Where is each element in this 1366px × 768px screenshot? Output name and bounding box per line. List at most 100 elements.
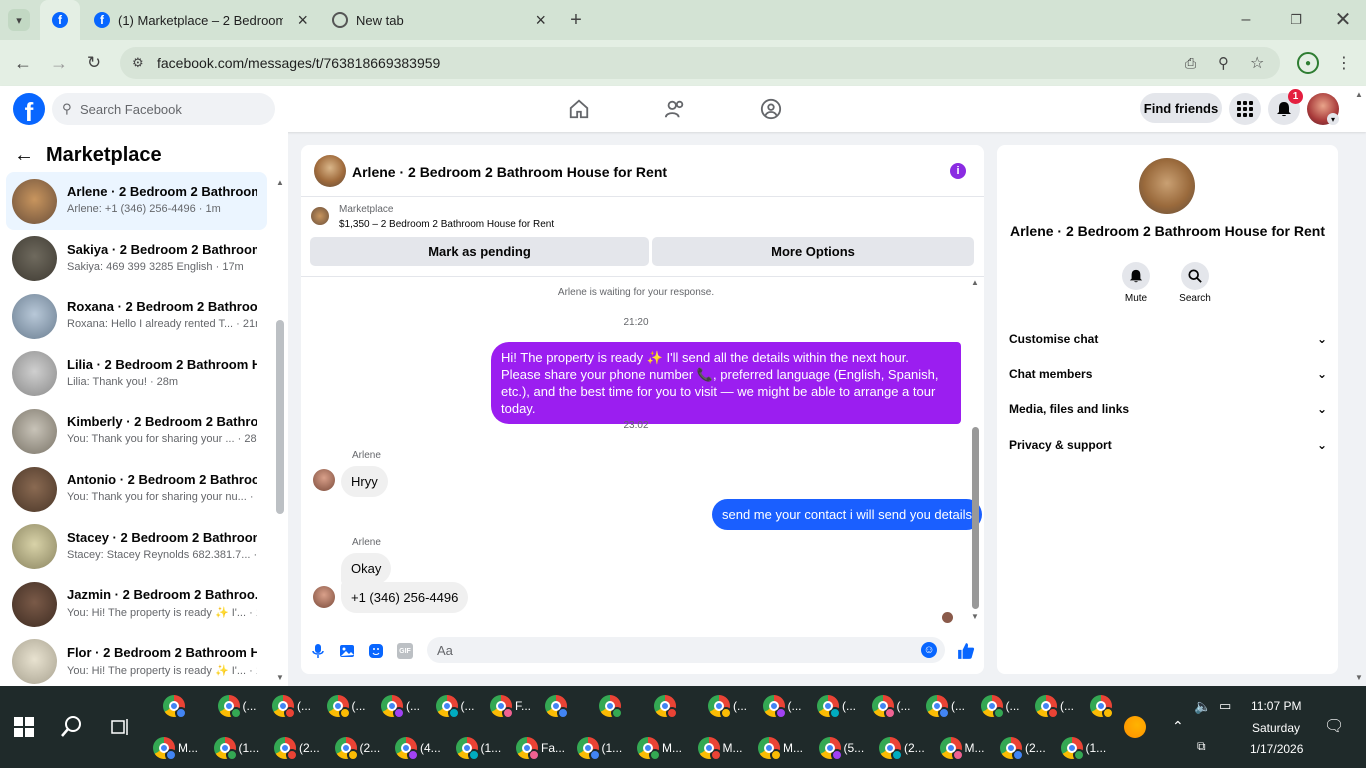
bookmark-star-icon[interactable]: ☆ <box>1250 53 1264 73</box>
taskbar-chrome-window[interactable]: (... <box>708 689 747 723</box>
contact-avatar[interactable] <box>1139 158 1195 214</box>
taskbar-chrome-window[interactable]: (... <box>926 689 965 723</box>
battery-icon[interactable]: ▭ <box>1219 698 1231 714</box>
find-friends-button[interactable]: Find friends <box>1140 93 1222 123</box>
search-facebook-input[interactable]: ⚲ Search Facebook <box>52 93 275 125</box>
friends-icon[interactable] <box>664 98 686 120</box>
message-input[interactable]: Aa ☺ <box>427 637 945 663</box>
account-chevron-icon[interactable]: ▾ <box>1327 113 1339 125</box>
install-app-icon[interactable]: ⎙ <box>1185 55 1196 72</box>
back-arrow-icon[interactable]: ← <box>14 144 34 167</box>
close-tab-icon[interactable]: × <box>297 10 308 31</box>
taskbar-chrome-window[interactable]: (... <box>381 689 420 723</box>
taskbar-chrome-window[interactable] <box>1089 689 1115 723</box>
taskbar-chrome-window[interactable]: (2... <box>879 731 925 765</box>
address-bar[interactable]: ⚙ facebook.com/messages/t/76381866938395… <box>120 47 1280 79</box>
taskbar-chrome-window[interactable]: (4... <box>395 731 441 765</box>
notification-center-icon[interactable]: 🗨 <box>1324 716 1344 736</box>
taskbar-chrome-window[interactable]: (5... <box>818 731 864 765</box>
taskbar-chrome-window[interactable]: (1... <box>213 731 259 765</box>
more-options-button[interactable]: More Options <box>652 237 974 266</box>
taskbar-chrome-window[interactable]: M... <box>758 731 803 765</box>
page-scroll-down-icon[interactable]: ▼ <box>1355 673 1363 682</box>
scroll-up-icon[interactable]: ▲ <box>276 178 284 187</box>
search-in-conversation-button[interactable] <box>1181 262 1209 290</box>
profile-icon[interactable]: ● <box>1297 52 1319 74</box>
tab-search-dropdown-icon[interactable]: ▾ <box>8 9 30 31</box>
outgoing-message[interactable]: send me your contact i will send you det… <box>712 499 983 530</box>
conversation-item[interactable]: Jazmin · 2 Bedroom 2 Bathroo... You: Hi! … <box>6 575 267 633</box>
emoji-icon[interactable]: ☺ <box>921 642 937 658</box>
clock-date[interactable]: 1/17/2026 <box>1250 742 1303 756</box>
windows-start-icon[interactable] <box>14 717 34 737</box>
taskbar-chrome-window[interactable]: (... <box>435 689 475 723</box>
conversation-item[interactable]: Kimberly · 2 Bedroom 2 Bathro... You: Tha… <box>6 402 267 460</box>
taskbar-chrome-window[interactable]: M... <box>637 731 682 765</box>
back-arrow-icon[interactable]: ← <box>12 52 34 74</box>
taskbar-chrome-window[interactable] <box>544 689 570 723</box>
taskbar-chrome-window[interactable]: M... <box>939 731 985 765</box>
media-files-links-section[interactable]: Media, files and links ⌄ <box>1009 402 1327 416</box>
forward-arrow-icon[interactable]: → <box>48 52 70 74</box>
sender-avatar[interactable] <box>313 586 335 608</box>
page-scroll-up-icon[interactable]: ▲ <box>1355 90 1363 99</box>
zoom-icon[interactable]: ⚲ <box>1218 54 1229 72</box>
taskbar-chrome-window[interactable]: (... <box>980 689 1020 723</box>
incoming-message[interactable]: Okay <box>341 553 392 584</box>
clock-day[interactable]: Saturday <box>1252 721 1300 735</box>
conversation-item[interactable]: Stacey · 2 Bedroom 2 Bathroom... Stacey: … <box>6 518 267 576</box>
incoming-message[interactable]: +1 (346) 256-4496 <box>341 582 469 613</box>
close-tab-icon[interactable]: × <box>535 10 546 31</box>
browser-menu-icon[interactable]: ⋮ <box>1333 52 1355 74</box>
taskbar-chrome-window[interactable]: (1... <box>455 731 501 765</box>
menu-grid-icon[interactable] <box>1229 93 1261 125</box>
chat-scrollbar[interactable] <box>972 427 979 609</box>
taskbar-chrome-window[interactable]: M... <box>153 731 198 765</box>
weather-icon[interactable] <box>1124 716 1146 738</box>
conversation-item[interactable]: Flor · 2 Bedroom 2 Bathroom H... You: Hi!… <box>6 633 267 691</box>
like-thumb-icon[interactable] <box>957 642 975 660</box>
reload-icon[interactable]: ↻ <box>83 52 105 74</box>
facebook-logo[interactable]: f <box>13 93 45 125</box>
mute-button[interactable] <box>1122 262 1150 290</box>
mark-as-pending-button[interactable]: Mark as pending <box>310 237 649 266</box>
tab-new-tab[interactable]: New tab × <box>322 0 558 40</box>
taskbar-chrome-window[interactable]: (2... <box>274 731 320 765</box>
taskbar-chrome-window[interactable]: (... <box>326 689 366 723</box>
taskbar-chrome-window[interactable]: (... <box>272 689 311 723</box>
window-restore-icon[interactable]: ❐ <box>1285 9 1307 31</box>
taskbar-chrome-window[interactable]: F... <box>490 689 531 723</box>
conversation-item[interactable]: Roxana · 2 Bedroom 2 Bathroo... Roxana: H… <box>6 287 267 345</box>
scroll-up-icon[interactable]: ▲ <box>971 278 979 287</box>
scroll-down-icon[interactable]: ▼ <box>276 673 284 682</box>
taskbar-chrome-window[interactable]: M... <box>697 731 743 765</box>
taskbar-chrome-window[interactable]: (1... <box>576 731 622 765</box>
sender-avatar[interactable] <box>313 469 335 491</box>
chat-title[interactable]: Arlene · 2 Bedroom 2 Bathroom House for … <box>352 164 667 180</box>
tab-marketplace[interactable]: f (1) Marketplace – 2 Bedroom 2 × <box>84 0 320 40</box>
conversation-item[interactable]: Arlene · 2 Bedroom 2 Bathroom... Arlene: … <box>6 172 267 230</box>
conversation-item[interactable]: Sakiya · 2 Bedroom 2 Bathroom... Sakiya: … <box>6 230 267 288</box>
info-icon[interactable]: i <box>950 163 966 179</box>
customise-chat-section[interactable]: Customise chat ⌄ <box>1009 332 1327 346</box>
home-icon[interactable] <box>568 98 590 120</box>
conversation-item[interactable]: Antonio · 2 Bedroom 2 Bathroo... You: Tha… <box>6 460 267 518</box>
taskbar-chrome-window[interactable]: (... <box>817 689 856 723</box>
clock-time[interactable]: 11:07 PM <box>1251 699 1301 713</box>
search-icon[interactable] <box>61 715 83 737</box>
window-minimize-icon[interactable]: – <box>1235 9 1257 31</box>
taskbar-chrome-window[interactable]: Fa... <box>516 731 565 765</box>
volume-icon[interactable]: 🔈 <box>1194 698 1211 715</box>
privacy-support-section[interactable]: Privacy & support ⌄ <box>1009 438 1327 452</box>
outgoing-message[interactable]: Hi! The property is ready ✨ I'll send al… <box>491 342 961 424</box>
photo-icon[interactable] <box>339 643 355 659</box>
new-tab-plus-icon[interactable]: + <box>565 9 587 31</box>
meet-now-icon[interactable]: ⧉ <box>1197 739 1206 754</box>
sticker-icon[interactable] <box>368 643 384 659</box>
listing-thumbnail[interactable] <box>311 207 329 225</box>
show-hidden-icons[interactable]: ⌃ <box>1172 718 1184 735</box>
chat-avatar[interactable] <box>314 155 346 187</box>
tab-facebook-active[interactable]: f <box>40 0 80 40</box>
scroll-down-icon[interactable]: ▼ <box>971 612 979 621</box>
taskbar-chrome-window[interactable] <box>163 689 188 723</box>
